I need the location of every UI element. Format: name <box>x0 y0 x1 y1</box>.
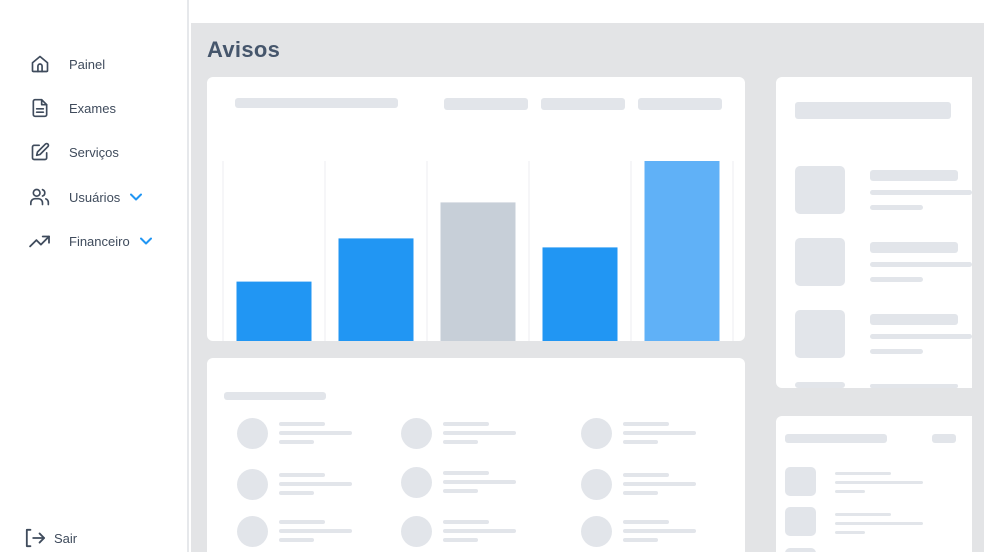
side-card-top <box>776 77 972 388</box>
avatar-placeholder <box>401 467 432 498</box>
thumb-placeholder <box>795 166 845 214</box>
side-card-bottom <box>776 416 972 552</box>
thumb-placeholder <box>785 507 816 536</box>
skeleton-line <box>785 434 887 443</box>
sidebar-item-label: Financeiro <box>69 233 130 249</box>
chart-card <box>207 77 745 341</box>
avatar-placeholder <box>401 418 432 449</box>
page-title: Avisos <box>207 37 281 62</box>
sidebar-item-financeiro[interactable]: Financeiro <box>28 230 152 252</box>
chevron-down-icon[interactable] <box>130 193 143 201</box>
chevron-down-icon[interactable] <box>139 237 152 245</box>
users-icon <box>28 186 52 208</box>
sidebar-item-label: Usuários <box>69 189 121 205</box>
sidebar-item-exames[interactable]: Exames <box>28 97 116 119</box>
skeleton-line <box>224 392 326 400</box>
chart-bar[interactable] <box>644 161 720 341</box>
logout-icon <box>24 528 46 548</box>
trending-up-icon <box>28 230 52 252</box>
sidebar-item-servicos[interactable]: Serviços <box>28 141 119 163</box>
edit-icon <box>28 141 52 163</box>
thumb-placeholder <box>795 238 845 286</box>
logout-label: Sair <box>54 530 78 546</box>
document-icon <box>28 97 52 119</box>
list-card <box>207 358 745 552</box>
chart-bar[interactable] <box>236 281 312 341</box>
avatar-placeholder <box>401 516 432 547</box>
avatar-placeholder <box>237 516 268 547</box>
top-bar <box>191 0 984 23</box>
main-content: Avisos <box>191 23 984 552</box>
thumb-placeholder <box>785 548 816 552</box>
sidebar: Painel Exames Serviços Usuários Financei… <box>0 0 189 552</box>
sidebar-item-label: Painel <box>69 56 106 72</box>
chart-bar[interactable] <box>542 247 618 341</box>
app-root: Painel Exames Serviços Usuários Financei… <box>0 0 984 552</box>
bar-chart <box>222 161 734 341</box>
thumb-placeholder <box>785 467 816 496</box>
chart-bar[interactable] <box>440 202 516 341</box>
sidebar-item-label: Serviços <box>69 144 119 160</box>
avatar-placeholder <box>237 418 268 449</box>
skeleton-pill <box>932 434 956 443</box>
home-icon <box>28 53 52 75</box>
chart-bar[interactable] <box>338 238 414 341</box>
avatar-placeholder <box>237 469 268 500</box>
sidebar-item-painel[interactable]: Painel <box>28 53 105 75</box>
avatar-placeholder <box>581 418 612 449</box>
avatar-placeholder <box>581 469 612 500</box>
sidebar-item-usuarios[interactable]: Usuários <box>28 186 143 208</box>
avatar-placeholder <box>581 516 612 547</box>
logout-button[interactable]: Sair <box>24 528 77 548</box>
sidebar-item-label: Exames <box>69 100 116 116</box>
thumb-placeholder <box>795 310 845 358</box>
skeleton-line <box>795 102 951 119</box>
